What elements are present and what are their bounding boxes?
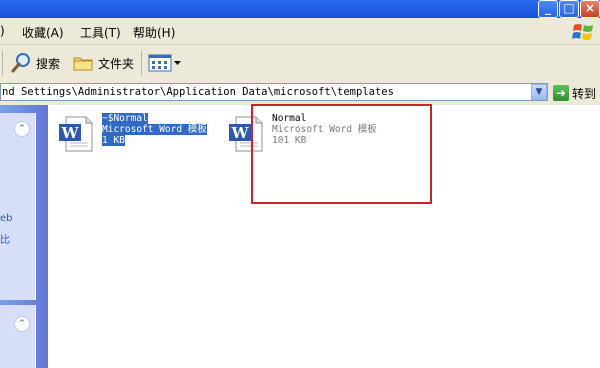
address-bar: nd Settings\Administrator\Application Da… (0, 81, 600, 106)
menu-item-partial[interactable]: ) (0, 24, 5, 38)
folders-label: 文件夹 (98, 56, 135, 71)
details-panel: ⌃ (0, 305, 36, 368)
address-input[interactable]: nd Settings\Administrator\Application Da… (0, 83, 548, 101)
search-label: 搜索 (36, 56, 61, 71)
go-arrow-icon: ➜ (553, 85, 569, 101)
collapse-button[interactable]: ⌃ (14, 121, 30, 137)
toolbar-separator (141, 51, 142, 75)
word-document-icon: W (59, 116, 93, 152)
address-dropdown-button[interactable]: ▼ (531, 84, 547, 100)
menu-item-tools[interactable]: 工具(T) (80, 24, 121, 41)
views-icon (148, 54, 172, 72)
title-bar: _ □ × (0, 0, 600, 18)
toolbar: 搜索 文件夹 (0, 45, 600, 82)
minimize-button[interactable]: _ (538, 0, 558, 18)
folder-icon (73, 57, 93, 71)
go-button[interactable]: ➜ 转到 (553, 84, 596, 102)
file-name: ~$Normal (102, 113, 148, 124)
collapse-button[interactable]: ⌃ (14, 316, 30, 332)
chevron-up-icon: ⌃ (18, 319, 26, 329)
menu-item-help[interactable]: 帮助(H) (133, 24, 175, 41)
chevron-up-icon: ⌃ (18, 124, 26, 134)
task-pane: ⌃ eb 比 ⌃ (0, 105, 48, 368)
views-button[interactable] (148, 52, 182, 74)
file-type: Microsoft Word 模板 (102, 124, 207, 135)
dropdown-arrow-icon (174, 61, 181, 65)
search-button[interactable]: 搜索 (10, 51, 60, 75)
folders-button[interactable]: 文件夹 (72, 51, 134, 75)
chevron-down-icon: ▼ (535, 87, 543, 97)
toolbar-separator (2, 51, 3, 75)
close-button[interactable]: × (580, 0, 600, 18)
menu-item-favorites[interactable]: 收藏(A) (22, 24, 64, 41)
windows-logo-icon (572, 24, 593, 40)
search-icon (11, 53, 30, 73)
task-link-fragment[interactable]: eb (0, 213, 13, 224)
annotation-highlight-box (251, 104, 432, 204)
go-label: 转到 (572, 86, 597, 101)
svg-text:W: W (61, 124, 80, 142)
maximize-button[interactable]: □ (559, 0, 579, 18)
file-size: 1 KB (102, 135, 125, 146)
svg-text:W: W (231, 124, 250, 142)
task-link-fragment[interactable]: 比 (0, 231, 10, 246)
task-panel: ⌃ eb 比 (0, 113, 36, 300)
menu-bar: ) 收藏(A) 工具(T) 帮助(H) (0, 18, 600, 45)
